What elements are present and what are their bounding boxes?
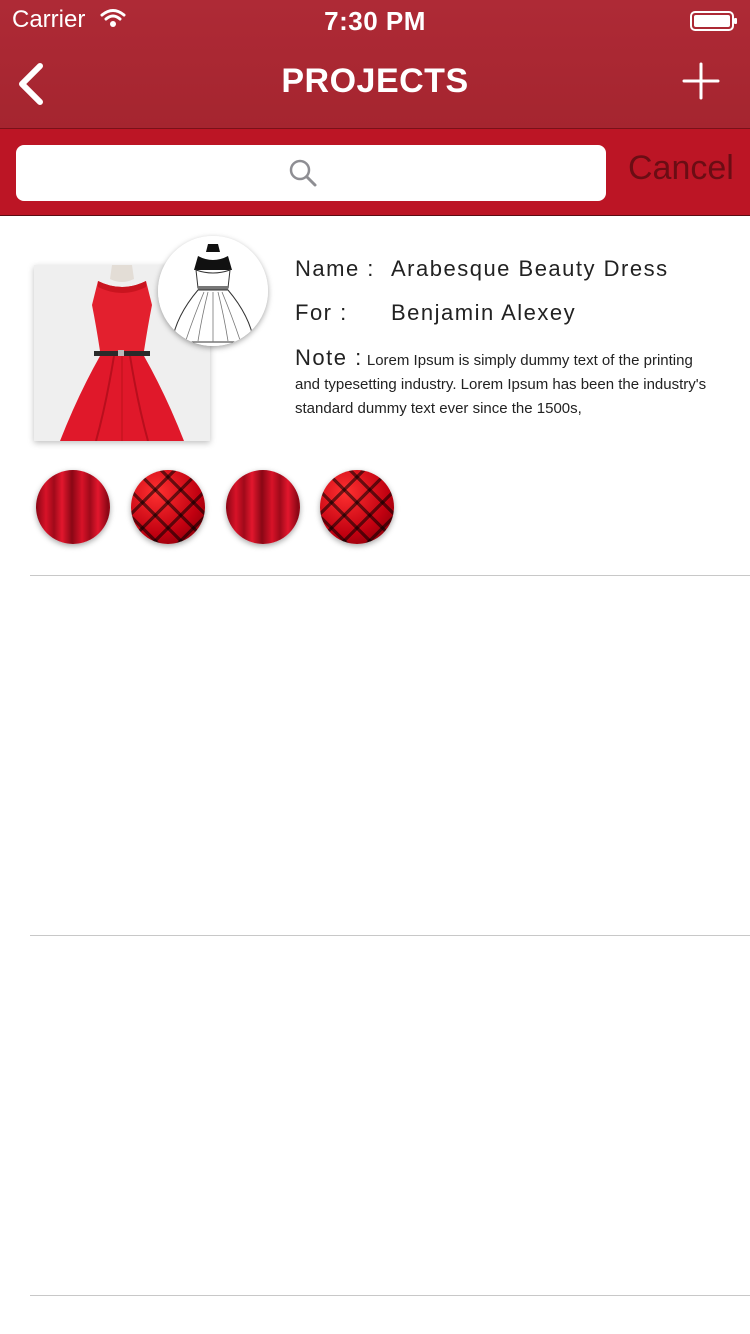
- fabric-swatch[interactable]: [226, 470, 300, 544]
- fabric-swatch[interactable]: [131, 470, 205, 544]
- for-row: For : Benjamin Alexey: [295, 300, 715, 344]
- project-info: Name : Arabesque Beauty Dress For : Benj…: [295, 256, 715, 421]
- add-project-button[interactable]: [682, 62, 720, 100]
- fabric-swatch[interactable]: [36, 470, 110, 544]
- navigation-header: Carrier 7:30 PM PROJECTS: [0, 0, 750, 128]
- project-name: Arabesque Beauty Dress: [391, 256, 669, 281]
- note-block: Note : Lorem Ipsum is simply dummy text …: [295, 346, 715, 421]
- name-row: Name : Arabesque Beauty Dress: [295, 256, 715, 300]
- row-divider: [30, 1295, 750, 1296]
- status-time: 7:30 PM: [324, 6, 426, 36]
- search-input[interactable]: [16, 145, 606, 201]
- client-name: Benjamin Alexey: [391, 300, 577, 325]
- cancel-button[interactable]: Cancel: [628, 149, 734, 188]
- note-label: Note :: [295, 345, 363, 370]
- search-icon: [288, 158, 318, 193]
- search-bar: Cancel: [0, 128, 750, 216]
- for-label: For :: [295, 300, 348, 325]
- page-title: PROJECTS: [281, 62, 469, 100]
- row-divider: [30, 935, 750, 936]
- plus-icon: [682, 62, 720, 100]
- project-card[interactable]: Name : Arabesque Beauty Dress For : Benj…: [0, 216, 750, 576]
- name-label: Name :: [295, 256, 375, 281]
- row-divider: [30, 575, 750, 576]
- fabric-swatch[interactable]: [320, 470, 394, 544]
- dress-sketch-thumbnail[interactable]: [158, 236, 268, 346]
- status-bar: Carrier 7:30 PM: [0, 0, 750, 40]
- battery-icon: [690, 10, 738, 37]
